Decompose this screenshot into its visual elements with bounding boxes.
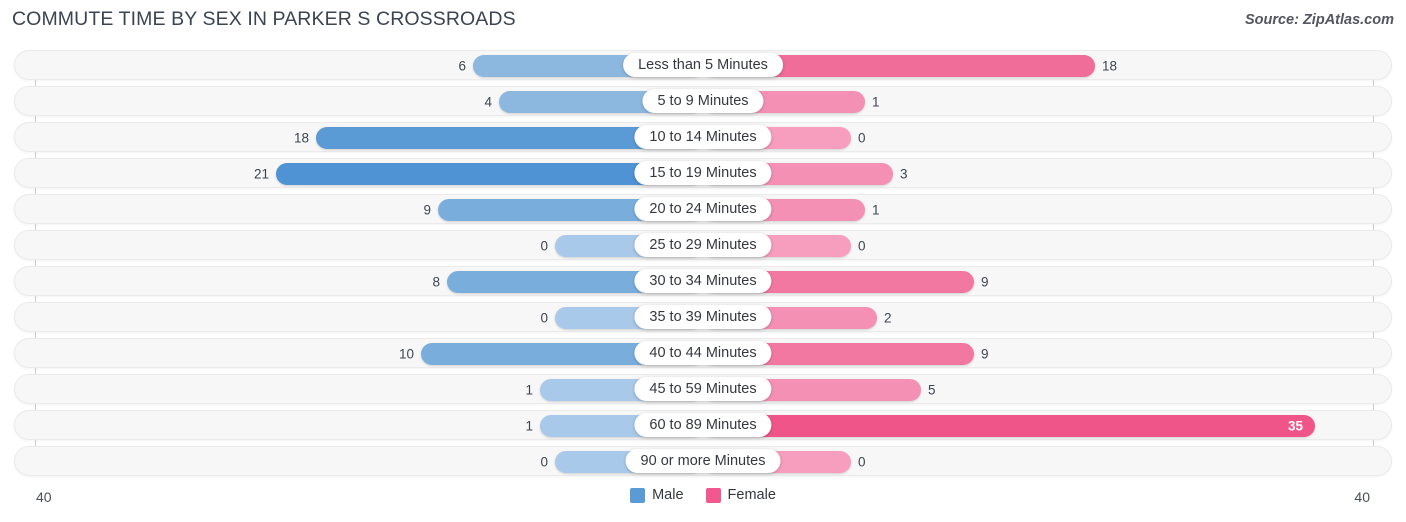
- male-bar-value: 1: [525, 382, 533, 398]
- table-row[interactable]: 0 2 35 to 39 Minutes: [14, 302, 1392, 332]
- female-bar-value: 3: [900, 166, 908, 182]
- table-row[interactable]: 0 0 25 to 29 Minutes: [14, 230, 1392, 260]
- page-title: COMMUTE TIME BY SEX IN PARKER S CROSSROA…: [12, 8, 516, 30]
- chart-root: COMMUTE TIME BY SEX IN PARKER S CROSSROA…: [0, 0, 1406, 522]
- table-row[interactable]: 0 0 90 or more Minutes: [14, 446, 1392, 476]
- category-label: 20 to 24 Minutes: [634, 197, 772, 221]
- category-label: 15 to 19 Minutes: [634, 161, 772, 185]
- table-row[interactable]: 18 0 10 to 14 Minutes: [14, 122, 1392, 152]
- category-label: Less than 5 Minutes: [623, 53, 783, 77]
- female-bar-value: 9: [981, 346, 989, 362]
- plot-area: 6 18 Less than 5 Minutes 4 1 5 to 9 Minutes 18…: [0, 50, 1406, 486]
- table-row[interactable]: 4 1 5 to 9 Minutes: [14, 86, 1392, 116]
- female-bar-value: 9: [981, 274, 989, 290]
- category-label: 25 to 29 Minutes: [634, 233, 772, 257]
- table-row[interactable]: 10 9 40 to 44 Minutes: [14, 338, 1392, 368]
- female-bar-value: 1: [872, 94, 880, 110]
- table-row[interactable]: 1 5 45 to 59 Minutes: [14, 374, 1392, 404]
- female-bar-value: 0: [858, 454, 866, 470]
- male-bar-value: 4: [484, 94, 492, 110]
- female-bar-value: 18: [1102, 58, 1118, 74]
- table-row[interactable]: 1 35 60 to 89 Minutes: [14, 410, 1392, 440]
- female-bar-value: 0: [858, 130, 866, 146]
- category-label: 5 to 9 Minutes: [642, 89, 764, 113]
- square-swatch-icon: [630, 487, 646, 503]
- female-bar-value: 2: [884, 310, 892, 326]
- female-bar[interactable]: 35: [703, 415, 1315, 437]
- table-row[interactable]: 8 9 30 to 34 Minutes: [14, 266, 1392, 296]
- female-bar-value: 0: [858, 238, 866, 254]
- chart-legend: Male Female: [0, 487, 1406, 503]
- legend-item-male[interactable]: Male: [630, 487, 684, 503]
- legend-label: Female: [727, 487, 776, 503]
- male-bar-value: 10: [398, 346, 414, 362]
- table-row[interactable]: 9 1 20 to 24 Minutes: [14, 194, 1392, 224]
- male-bar-value: 0: [540, 238, 548, 254]
- male-bar-value: 0: [540, 310, 548, 326]
- male-bar-value: 6: [458, 58, 466, 74]
- category-label: 35 to 39 Minutes: [634, 305, 772, 329]
- male-bar-value: 21: [253, 166, 269, 182]
- male-bar-value: 8: [432, 274, 440, 290]
- category-label: 90 or more Minutes: [625, 449, 781, 473]
- category-label: 60 to 89 Minutes: [634, 413, 772, 437]
- category-label: 45 to 59 Minutes: [634, 377, 772, 401]
- male-bar-value: 0: [540, 454, 548, 470]
- female-bar-value: 5: [928, 382, 936, 398]
- male-bar-value: 18: [293, 130, 309, 146]
- legend-label: Male: [652, 487, 684, 503]
- female-bar-value: 1: [872, 202, 880, 218]
- bar-rows: 6 18 Less than 5 Minutes 4 1 5 to 9 Minutes 18…: [0, 50, 1406, 482]
- square-swatch-icon: [705, 487, 721, 503]
- legend-item-female[interactable]: Female: [705, 487, 776, 503]
- source-attribution: Source: ZipAtlas.com: [1244, 12, 1394, 28]
- male-bar-value: 1: [525, 418, 533, 434]
- category-label: 40 to 44 Minutes: [634, 341, 772, 365]
- category-label: 30 to 34 Minutes: [634, 269, 772, 293]
- table-row[interactable]: 21 3 15 to 19 Minutes: [14, 158, 1392, 188]
- female-bar-value: 35: [1287, 418, 1303, 434]
- category-label: 10 to 14 Minutes: [634, 125, 772, 149]
- male-bar-value: 9: [423, 202, 431, 218]
- table-row[interactable]: 6 18 Less than 5 Minutes: [14, 50, 1392, 80]
